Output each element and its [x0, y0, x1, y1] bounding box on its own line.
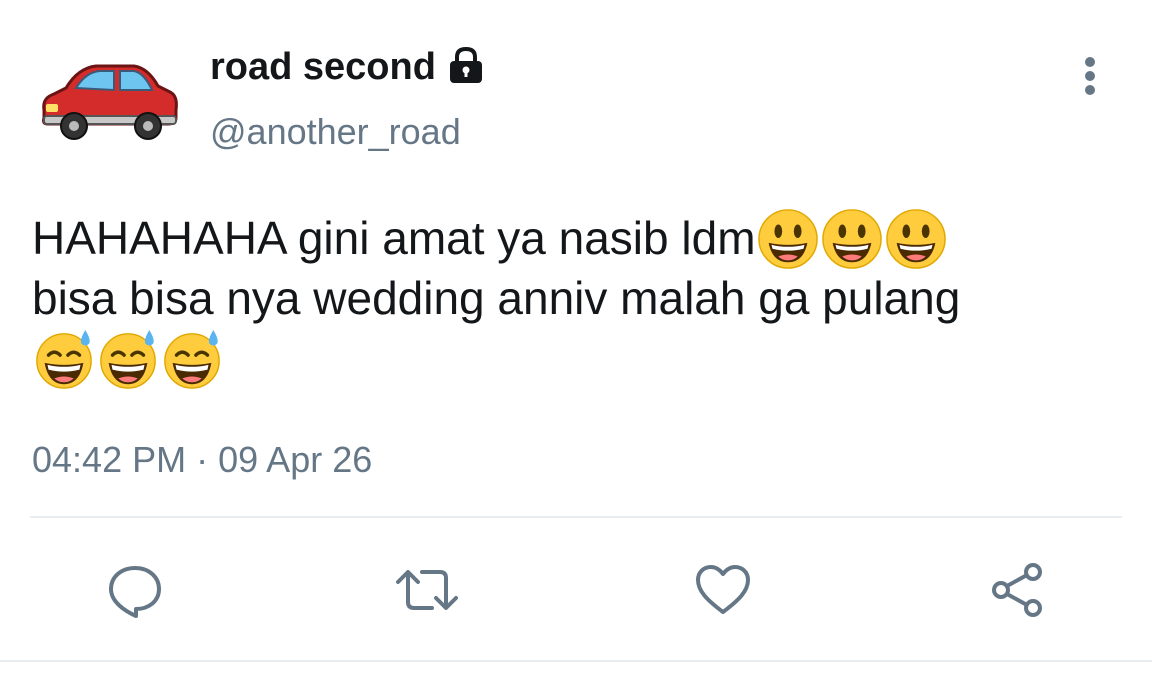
grinning-face-emoji-icon: [821, 209, 882, 269]
user-handle[interactable]: @another_road: [210, 108, 461, 156]
grinning-sweat-emoji-icon: [100, 329, 156, 389]
share-button[interactable]: [982, 555, 1052, 625]
action-bar: [0, 555, 1152, 625]
lock-icon: [446, 45, 486, 85]
divider: [30, 516, 1122, 518]
tweet-line-3: [32, 328, 1132, 389]
avatar[interactable]: [36, 58, 180, 142]
timestamp-separator: ·: [196, 439, 209, 480]
tweet-timestamp[interactable]: 04:42 PM · 09 Apr 26: [32, 436, 372, 484]
tweet-time: 04:42 PM: [32, 439, 187, 480]
tweet-text: HAHAHAHA gini amat ya nasib ldm bisa bis…: [32, 208, 1132, 389]
retweet-icon: [396, 570, 458, 610]
grinning-face-emoji-icon: [757, 209, 818, 269]
reply-button[interactable]: [100, 555, 170, 625]
tweet-date: 09 Apr 26: [218, 439, 373, 480]
red-car-icon: [42, 64, 178, 140]
share-icon: [992, 563, 1042, 617]
grinning-sweat-emoji-icon: [36, 329, 92, 389]
like-icon: [696, 565, 750, 614]
reply-icon: [109, 566, 161, 618]
tweet-line-1-text: HAHAHAHA gini amat ya nasib ldm: [32, 212, 756, 264]
more-options-button[interactable]: [1070, 52, 1110, 102]
display-name[interactable]: road second: [210, 40, 436, 94]
display-name-row[interactable]: road second: [210, 40, 486, 94]
tweet-line-2: bisa bisa nya wedding anniv malah ga pul…: [32, 272, 961, 324]
grinning-face-emoji-icon: [885, 209, 946, 269]
retweet-button[interactable]: [392, 555, 462, 625]
grinning-sweat-emoji-icon: [164, 329, 220, 389]
like-button[interactable]: [688, 555, 758, 625]
bottom-divider: [0, 660, 1152, 662]
more-vertical-icon: [1085, 57, 1095, 95]
tweet-line-1: HAHAHAHA gini amat ya nasib ldm: [32, 208, 1132, 269]
